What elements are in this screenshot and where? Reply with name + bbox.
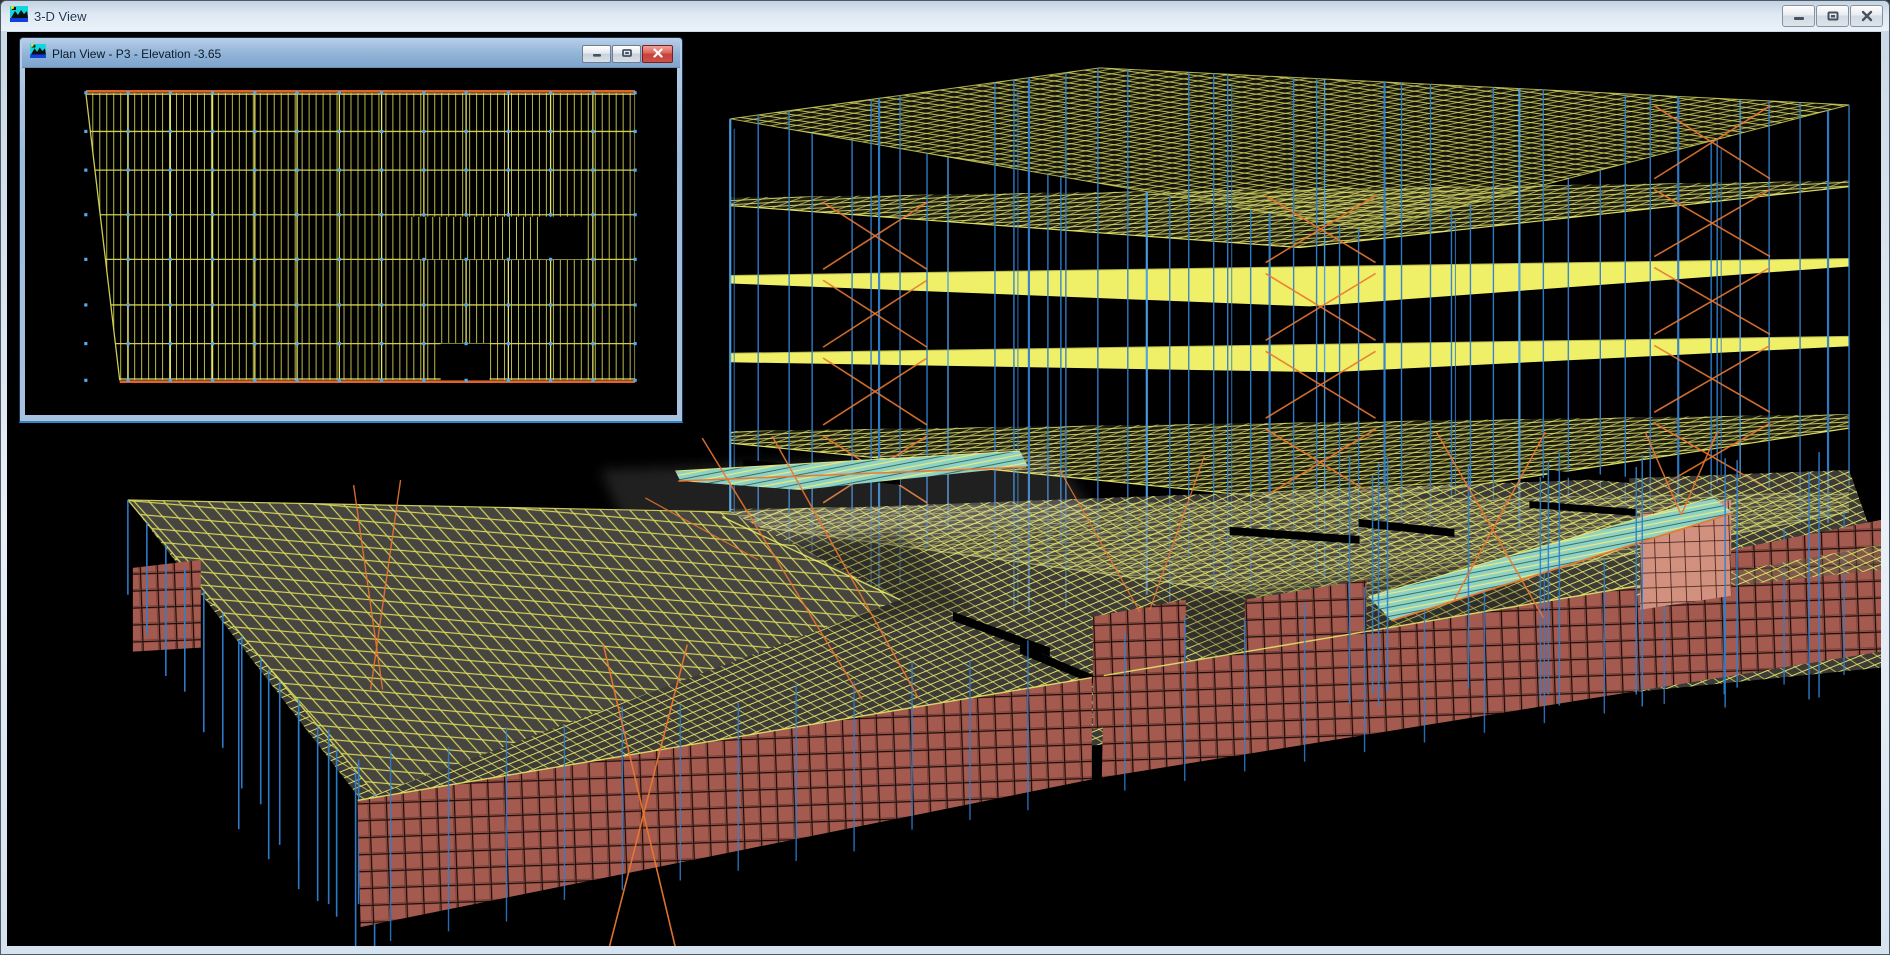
window-title: 3-D View (34, 9, 87, 24)
close-button[interactable] (1850, 5, 1883, 27)
plan-view-canvas[interactable] (25, 68, 677, 415)
close-icon (1860, 10, 1874, 22)
plan-grid-rendering (25, 68, 677, 415)
plan-minimize-button[interactable] (582, 45, 611, 63)
restore-button[interactable] (1816, 5, 1849, 27)
window-3d-view: 3-D View (0, 0, 1890, 955)
minimize-icon (591, 45, 603, 63)
titlebar-3d-view[interactable]: 3-D View (1, 1, 1889, 31)
plan-view-title: Plan View - P3 - Elevation -3.65 (52, 47, 221, 61)
window-plan-view[interactable]: Plan View - P3 - Elevation -3.65 (19, 37, 683, 423)
close-icon (652, 45, 664, 63)
minimize-icon (1792, 10, 1806, 22)
app-model-icon (10, 6, 28, 27)
plan-close-button[interactable] (642, 45, 673, 63)
plan-restore-button[interactable] (612, 45, 641, 63)
restore-icon (621, 45, 633, 63)
restore-icon (1826, 10, 1840, 22)
3d-view-canvas[interactable]: Plan View - P3 - Elevation -3.65 (7, 32, 1881, 946)
minimize-button[interactable] (1782, 5, 1815, 27)
plan-view-icon (30, 44, 46, 63)
titlebar-plan-view[interactable]: Plan View - P3 - Elevation -3.65 (22, 40, 680, 68)
